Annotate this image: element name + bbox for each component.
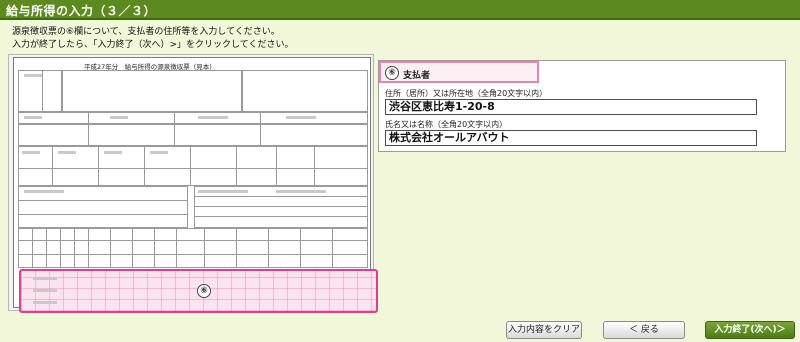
address-label: 住所（居所）又は所在地（全角20文字以内）: [385, 89, 548, 98]
withholding-slip-sample: 平成27年分 給与所得の源泉徴収票（見本） ⑥: [13, 57, 378, 313]
doc-label-text: [198, 190, 248, 193]
doc-label-text: [24, 116, 42, 119]
doc-label-text: [150, 151, 168, 154]
sample-document-panel: 平成27年分 給与所得の源泉徴収票（見本） ⑥: [8, 54, 378, 313]
doc-line: [42, 70, 43, 112]
doc-line: [132, 228, 133, 268]
doc-label-text: [58, 151, 76, 154]
name-input[interactable]: 株式会社オールアバウト: [385, 130, 757, 146]
next-button[interactable]: 入力終了(次へ)＞: [705, 321, 795, 339]
doc-label-text: [24, 74, 42, 77]
doc-line: [98, 146, 99, 186]
doc-line: [32, 228, 33, 268]
doc-line: [144, 146, 145, 186]
back-button[interactable]: ＜ 戻る: [603, 321, 685, 339]
doc-label-text: [276, 190, 326, 193]
doc-line: [154, 228, 155, 268]
doc-label-text: [104, 151, 122, 154]
doc-line: [204, 228, 205, 268]
doc-line: [174, 112, 175, 146]
doc-line: [332, 228, 333, 268]
doc-cell: [62, 70, 242, 112]
doc-line: [18, 240, 368, 241]
instruction-line-1: 源泉徴収票の⑥欄について、支払者の住所等を入力してください。: [12, 27, 280, 37]
page-header: 給与所得の入力（３／３）: [0, 0, 800, 20]
doc-line: [46, 228, 47, 268]
section-label: 支払者: [403, 71, 431, 81]
doc-line: [176, 228, 177, 268]
doc-line: [260, 112, 261, 146]
doc-cell: [18, 124, 368, 146]
payer-section-header: ⑥ 支払者: [379, 61, 539, 83]
doc-cell: [242, 70, 368, 112]
doc-line: [194, 196, 368, 197]
doc-label-text: [198, 116, 228, 119]
clear-input-button[interactable]: 入力内容をクリア: [506, 321, 582, 339]
doc-line: [268, 228, 269, 268]
doc-line: [88, 112, 89, 146]
doc-line: [74, 228, 75, 268]
address-input[interactable]: 渋谷区恵比寿1-20-8: [385, 99, 757, 115]
doc-cell: [18, 228, 368, 268]
doc-line: [300, 228, 301, 268]
section-marker: ⑥: [385, 66, 399, 80]
instructions: 源泉徴収票の⑥欄について、支払者の住所等を入力してください。 入力が終了したら、…: [12, 26, 294, 52]
doc-line: [314, 146, 315, 186]
doc-label-text: [24, 190, 64, 193]
doc-line: [190, 146, 191, 186]
doc-line: [276, 146, 277, 186]
doc-line: [18, 200, 188, 201]
doc-label-text: [33, 277, 57, 280]
doc-label-text: [33, 289, 57, 292]
doc-label-text: [110, 116, 128, 119]
doc-line: [194, 216, 368, 217]
page-title: 給与所得の入力（３／３）: [6, 4, 157, 18]
doc-line: [88, 228, 89, 268]
doc-line: [110, 228, 111, 268]
doc-line: [194, 206, 368, 207]
doc-line: [18, 214, 188, 215]
doc-label-text: [22, 151, 40, 154]
doc-line: [52, 146, 53, 186]
payer-section-highlight: ⑥: [19, 269, 378, 313]
payer-form: ⑥ 支払者 住所（居所）又は所在地（全角20文字以内） 渋谷区恵比寿1-20-8…: [378, 60, 786, 152]
doc-line: [18, 254, 368, 255]
doc-line: [18, 168, 368, 169]
doc-line: [236, 228, 237, 268]
payer-section-marker: ⑥: [197, 284, 211, 298]
doc-label-text: [33, 301, 57, 304]
doc-label-text: [286, 116, 316, 119]
instruction-line-2: 入力が終了したら、「入力終了（次へ）>」をクリックしてください。: [12, 40, 294, 50]
name-label: 氏名又は名称（全角20文字以内）: [385, 120, 508, 129]
doc-line: [236, 146, 237, 186]
doc-line: [60, 228, 61, 268]
